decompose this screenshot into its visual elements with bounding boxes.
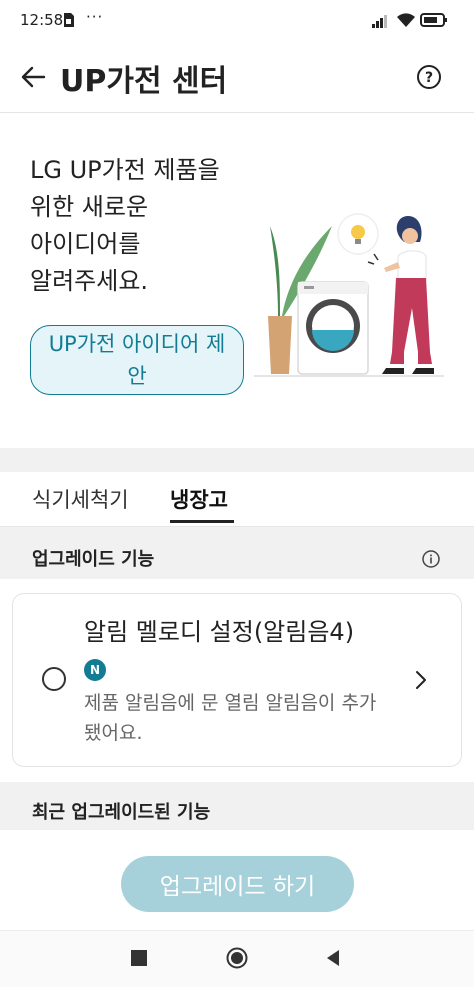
- upgrade-feature-title: 업그레이드 기능: [32, 549, 155, 570]
- recent-upgrades-title: 최근 업그레이드된 기능: [32, 802, 211, 823]
- hero-line-3: 아이디어를: [30, 230, 141, 258]
- recent-apps-icon[interactable]: [131, 950, 147, 966]
- info-icon[interactable]: [421, 549, 441, 569]
- nav-back-icon[interactable]: [325, 949, 341, 967]
- tab-dishwasher[interactable]: 식기세척기: [32, 484, 129, 514]
- feature-item-description: 제품 알림음에 문 열림 알림음이 추가됐어요.: [84, 692, 377, 744]
- suggest-idea-button[interactable]: UP가전 아이디어 제안: [30, 325, 244, 395]
- sim-card-icon: [64, 13, 74, 27]
- section-divider: [0, 448, 474, 472]
- wifi-icon: [397, 13, 415, 27]
- signal-icon: [372, 15, 387, 28]
- hero-line-1: LG UP가전 제품을: [30, 156, 220, 184]
- feature-select-radio[interactable]: [42, 667, 66, 691]
- hero-line-4: 알려주세요.: [30, 267, 149, 295]
- more-notifications-icon: ···: [86, 8, 104, 26]
- washer-person-illustration: [254, 213, 444, 377]
- status-time: 12:58: [20, 11, 64, 29]
- svg-text:?: ?: [425, 70, 433, 86]
- chevron-right-icon[interactable]: [412, 669, 430, 691]
- upgrade-button-label: 업그레이드 하기: [159, 874, 316, 900]
- tab-refrigerator[interactable]: 냉장고: [170, 484, 228, 514]
- suggest-idea-label: UP가전 아이디어 제안: [48, 332, 226, 388]
- new-badge: N: [84, 659, 106, 681]
- feature-item-title: 알림 멜로디 설정(알림음4): [84, 618, 355, 646]
- back-arrow-icon[interactable]: [18, 62, 48, 92]
- hero-message: LG UP가전 제품을 위한 새로운 아이디어를 알려주세요.: [30, 152, 260, 300]
- hero-line-2: 위한 새로운: [30, 193, 149, 221]
- upgrade-button[interactable]: 업그레이드 하기: [121, 856, 354, 912]
- active-tab-indicator: [170, 520, 234, 523]
- help-icon[interactable]: ?: [416, 64, 442, 90]
- battery-icon: [420, 13, 447, 27]
- page-title: UP가전 센터: [60, 64, 228, 99]
- home-icon[interactable]: [226, 947, 248, 969]
